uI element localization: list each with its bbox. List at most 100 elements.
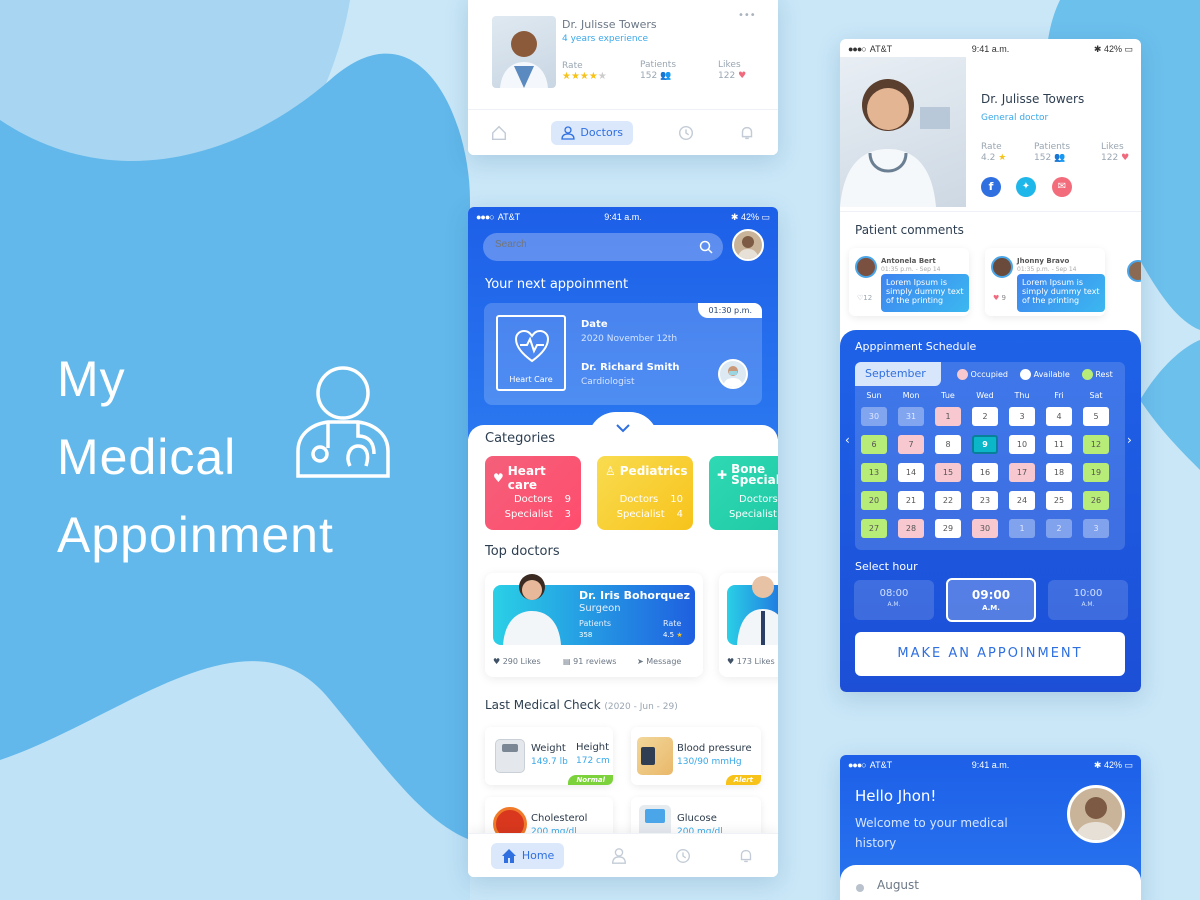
bell-icon[interactable] [738,124,756,142]
calendar-day[interactable]: 10 [1009,435,1035,454]
doctors-count: 9 [564,494,571,505]
calendar-day[interactable]: 18 [1046,463,1072,482]
history-icon[interactable] [674,847,692,865]
weekday-label: Sun [866,391,882,400]
calendar-day[interactable]: 27 [861,519,887,538]
weekday-label: Thu [1014,391,1030,400]
calendar-day[interactable]: 23 [972,491,998,510]
hour-option[interactable]: 10:00 A.M. [1048,580,1128,620]
calendar-day[interactable]: 12 [1083,435,1109,454]
nav-doctors[interactable]: Doctors [551,120,633,145]
calendar-day[interactable]: 16 [972,463,998,482]
chevron-down-icon[interactable] [615,423,631,433]
calendar-day[interactable]: 5 [1083,407,1109,426]
search-bar[interactable] [483,233,723,261]
likes-count: 122 ♥ [1101,153,1130,163]
calendar-day[interactable]: 8 [935,435,961,454]
twitter-icon[interactable]: ✦ [1016,177,1036,197]
calendar-day[interactable]: 3 [1083,519,1109,538]
comment-text: Lorem Ipsum is simply dummy text of the … [881,274,969,312]
search-input[interactable] [495,239,685,250]
month-tab[interactable]: September [855,362,941,386]
doctor-card-screen: Dr. Julisse Towers 4 years experience ••… [468,0,778,155]
hour-option-selected[interactable]: 09:00 A.M. [946,578,1036,622]
calendar-day[interactable]: 21 [898,491,924,510]
calendar-day[interactable]: 11 [1046,435,1072,454]
commenter-avatar [855,256,877,278]
calendar-day[interactable]: 2 [1046,519,1072,538]
doctor-photo [737,576,778,645]
calendar-day[interactable]: 14 [898,463,924,482]
calendar-day[interactable]: 26 [1083,491,1109,510]
prev-month-icon[interactable]: ‹ [845,433,850,447]
doctor-avatar [718,359,748,389]
appointment-card[interactable]: 01:30 p.m. Heart Care Date 2020 November… [484,303,762,405]
comment-text: Lorem Ipsum is simply dummy text of the … [1017,274,1105,312]
likes-button[interactable]: ♥ 290 Likes [493,657,541,666]
calendar-day[interactable]: 22 [935,491,961,510]
top-doctor-card[interactable]: Dr. Iris Bohorquez Surgeon Patients 358 … [485,573,703,677]
hour-option[interactable]: 08:00 A.M. [854,580,934,620]
child-icon: ♙ [605,464,616,478]
nav-home[interactable]: Home [490,842,565,869]
home-icon[interactable] [490,124,508,142]
comment-card[interactable]: Antonela Bert 01:35 p.m. - Sep 14 ♡12 Lo… [849,248,969,316]
category-bone-special[interactable]: ✚ Bone Special Doctors Specialist [709,456,778,530]
hour-time: 09:00 [971,588,1011,602]
calendar-day[interactable]: 29 [935,519,961,538]
bell-icon[interactable] [737,847,755,865]
rate-value: 4.2 ★ [981,153,1007,163]
calendar-legend: Occupied Available Rest [957,369,1113,380]
history-icon[interactable] [677,124,695,142]
calendar-day[interactable]: 24 [1009,491,1035,510]
comment-card[interactable]: Jhonny Bravo 01:35 p.m. - Sep 14 ♥ 9 Lor… [985,248,1105,316]
next-month-icon[interactable]: › [1127,433,1132,447]
calendar-day[interactable]: 3 [1009,407,1035,426]
patients-count: 152 👥 [1034,153,1066,163]
calendar-day[interactable]: 31 [898,407,924,426]
calendar-day[interactable]: 2 [972,407,998,426]
user-avatar[interactable] [732,229,764,261]
star-icon: ★ [998,153,1007,163]
calendar-day[interactable]: 6 [861,435,887,454]
user-avatar[interactable] [1067,785,1125,843]
calendar-day[interactable]: 30 [972,519,998,538]
calendar-day[interactable]: 20 [861,491,887,510]
more-menu-icon[interactable]: ••• [738,10,756,21]
blood-pressure-card[interactable]: Blood pressure 130/90 mmHg Alert [631,727,761,785]
weight-height-card[interactable]: Weight 149.7 lb Height 172 cm Normal [485,727,613,785]
calendar-day[interactable]: 1 [935,407,961,426]
calendar-day[interactable]: 19 [1083,463,1109,482]
calendar-day[interactable]: 13 [861,463,887,482]
legend-occupied: Occupied [957,369,1008,380]
calendar-day[interactable]: 25 [1046,491,1072,510]
status-bar: ●●●○ AT&T 9:41 a.m. ✱ 42% ▭ [840,39,1141,59]
calendar-day[interactable]: 15 [935,463,961,482]
reviews-button[interactable]: ▤ 91 reviews [563,657,616,666]
patients-label: Patients [1034,142,1071,152]
make-appointment-button[interactable]: MAKE AN APPOINMENT [855,632,1125,676]
likes-button[interactable]: ♥ 173 Likes [727,657,775,666]
bottom-nav: Doctors [468,109,778,155]
patients-count: 152 👥 [640,71,672,81]
doctor-nav-icon[interactable] [610,847,628,865]
comment-likes[interactable]: ♡12 [857,294,872,302]
calendar-day[interactable]: 9 [972,435,998,454]
facebook-icon[interactable]: f [981,177,1001,197]
calendar-day[interactable]: 28 [898,519,924,538]
mail-icon[interactable]: ✉ [1052,177,1072,197]
calendar-day[interactable]: 30 [861,407,887,426]
calendar-day[interactable]: 1 [1009,519,1035,538]
weekday-label: Mon [902,391,920,400]
calendar-day[interactable]: 7 [898,435,924,454]
category-heart-care[interactable]: ♥ Heart care Doctors 9 Specialist 3 [485,456,581,530]
calendar-day[interactable]: 17 [1009,463,1035,482]
search-icon[interactable] [699,240,713,254]
calendar-day[interactable]: 4 [1046,407,1072,426]
appointment-doctor: Dr. Richard Smith [581,362,680,373]
second-doctor-card[interactable]: ♥ 173 Likes [719,573,778,677]
category-pediatrics[interactable]: ♙ Pediatrics Doctors 10 Specialist 4 [597,456,693,530]
message-button[interactable]: ➤ Message [637,657,681,666]
comment-likes[interactable]: ♥ 9 [993,294,1006,302]
hour-time: 10:00 [1073,588,1103,599]
